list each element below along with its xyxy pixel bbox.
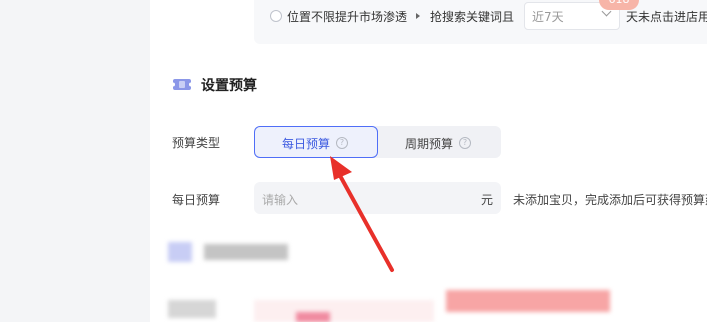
blurred-banner: [446, 290, 610, 312]
daily-budget-label: 每日预算: [172, 193, 221, 207]
blurred-icon: [168, 242, 192, 262]
budget-hint: 未添加宝贝，完成添加后可获得预算建议: [513, 193, 707, 207]
blurred-heading: [204, 244, 288, 260]
no-click-days-label: 天未点击进店用: [626, 10, 707, 24]
blurred-card: [254, 300, 434, 322]
section-title: 设置预算: [201, 78, 257, 94]
annotation-arrow-icon: [330, 156, 394, 272]
period-select-value[interactable]: 近7天: [532, 8, 564, 25]
daily-budget-placeholder[interactable]: 请输入: [262, 191, 298, 208]
help-circle-icon[interactable]: ?: [459, 137, 471, 149]
budget-type-label: 预算类型: [172, 136, 221, 150]
option-radio[interactable]: [270, 10, 282, 22]
tab-period-budget-label[interactable]: 周期预算: [405, 135, 453, 152]
option-radio-label[interactable]: 位置不限提升市场渗透: [287, 8, 407, 25]
settings-panel: [150, 0, 707, 322]
caret-right-icon: [416, 13, 420, 19]
ticket-icon: [172, 79, 192, 90]
keyword-label: 抢搜索关键词且: [430, 10, 515, 24]
blurred-thumb: [296, 312, 330, 322]
left-gutter: [0, 0, 150, 322]
blurred-label: [168, 300, 216, 318]
currency-unit: 元: [481, 193, 494, 207]
help-circle-icon[interactable]: ?: [336, 137, 348, 149]
